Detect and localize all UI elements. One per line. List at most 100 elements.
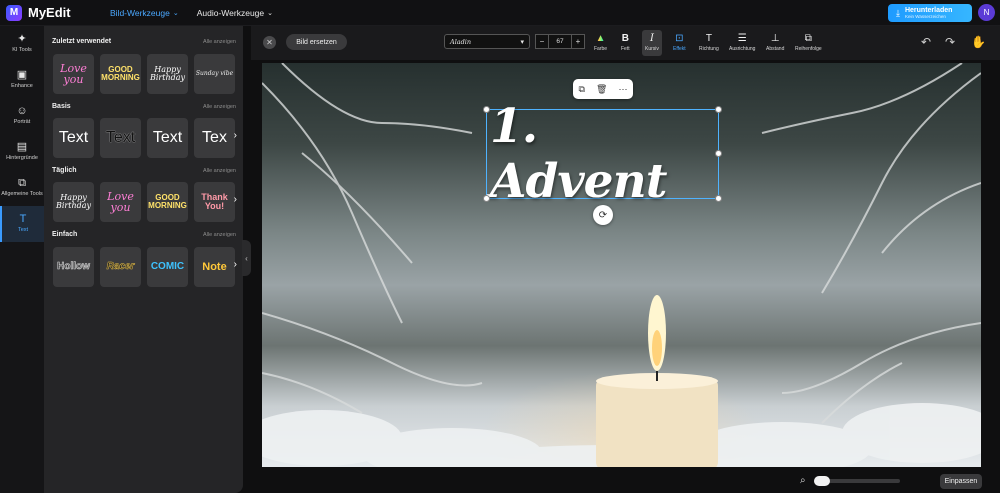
tool-italic[interactable]: I Kursiv xyxy=(642,30,662,56)
resize-handle[interactable] xyxy=(715,150,722,157)
download-icon: ⤓ xyxy=(896,7,900,18)
show-all-link[interactable]: Alle anzeigen xyxy=(203,168,236,174)
rail-item-enhance[interactable]: ▣ Enhance xyxy=(0,62,44,98)
text-style-tile[interactable]: Love you xyxy=(53,54,94,94)
chevron-down-icon: ⌄ xyxy=(267,10,274,17)
text-style-tile[interactable]: Tex xyxy=(194,118,235,158)
font-select-value: Aladin xyxy=(450,37,472,46)
chevron-right-icon[interactable]: › xyxy=(234,194,237,205)
increase-size-button[interactable]: + xyxy=(571,34,585,49)
text-style-tile[interactable]: Text xyxy=(53,118,94,158)
fit-button[interactable]: Einpassen xyxy=(940,474,982,489)
effect-icon: ⊡ xyxy=(675,33,684,44)
replace-image-button[interactable]: Bild ersetzen xyxy=(286,34,347,50)
tile-row: Happy Birthday Love you GOOD MORNING Tha… xyxy=(53,182,235,222)
zoom-slider-knob[interactable] xyxy=(813,475,830,486)
text-style-tile[interactable]: Racer xyxy=(100,247,141,287)
nav-audio-tools[interactable]: Audio-Werkzeuge ⌄ xyxy=(197,8,273,18)
zoom-slider[interactable] xyxy=(813,475,900,486)
rail-label: Hintergründe xyxy=(6,154,38,161)
tool-color[interactable]: ▲ Farbe xyxy=(591,30,610,56)
image-canvas[interactable]: ⧉ 🗑 ⋯ 1. Advent ⟳ xyxy=(262,63,981,467)
text-style-tile[interactable]: Thank You! xyxy=(194,182,235,222)
section-title: Basis xyxy=(52,103,71,110)
show-all-link[interactable]: Alle anzeigen xyxy=(203,104,236,110)
tile-row: Love you GOOD MORNING Happy Birthday Sun… xyxy=(53,54,235,94)
tool-label: Ausrichtung xyxy=(729,46,756,52)
chevron-right-icon[interactable]: › xyxy=(234,259,237,270)
text-style-tile[interactable]: Hollow xyxy=(53,247,94,287)
tool-spacing[interactable]: ⊥ Abstand xyxy=(763,30,787,56)
tool-alignment[interactable]: ☰ Ausrichtung xyxy=(726,30,758,56)
hand-pan-icon[interactable]: ✋ xyxy=(971,35,986,49)
resize-handle[interactable] xyxy=(483,106,490,113)
download-sublabel: Kein Wasserzeichen xyxy=(904,13,946,19)
rotate-icon[interactable]: ⟳ xyxy=(593,205,613,225)
zoom-search-icon: ⌕ xyxy=(800,475,806,486)
duplicate-icon[interactable]: ⧉ xyxy=(579,84,585,95)
rail-item-text[interactable]: T Text xyxy=(0,206,44,242)
text-style-tile[interactable]: GOOD MORNING xyxy=(147,182,188,222)
user-avatar[interactable]: N xyxy=(978,4,995,21)
section-title: Zuletzt verwendet xyxy=(52,38,112,45)
section-header: Basis Alle anzeigen xyxy=(52,103,236,110)
app-name: MyEdit xyxy=(28,5,71,20)
redo-icon[interactable]: ↷ xyxy=(945,35,955,49)
canvas-text-layer[interactable]: 1. Advent xyxy=(490,99,720,209)
text-style-tile[interactable]: Happy Birthday xyxy=(53,182,94,222)
chevron-left-icon: ‹ xyxy=(245,253,248,263)
rail-label: Allgemeine Tools xyxy=(1,190,43,197)
nav-image-tools[interactable]: Bild-Werkzeuge ⌄ xyxy=(110,8,179,18)
rail-item-backgrounds[interactable]: ▤ Hintergründe xyxy=(0,134,44,170)
tool-label: Kursiv xyxy=(645,46,659,52)
download-button[interactable]: ⤓ Herunterladen Kein Wasserzeichen xyxy=(888,4,972,22)
section-header: Täglich Alle anzeigen xyxy=(52,167,236,174)
tile-row: Hollow Racer COMIC Note xyxy=(53,247,235,287)
text-style-tile[interactable]: GOOD MORNING xyxy=(100,54,141,94)
text-style-tile[interactable]: Love you xyxy=(100,182,141,222)
text-style-tile[interactable]: Text xyxy=(100,118,141,158)
tool-label: Farbe xyxy=(594,46,608,52)
chevron-right-icon[interactable]: › xyxy=(234,130,237,141)
tool-label: Fett xyxy=(621,46,630,52)
text-style-tile[interactable]: Note xyxy=(194,247,235,287)
text-style-tile[interactable]: Happy Birthday xyxy=(147,54,188,94)
section-title: Täglich xyxy=(52,167,77,174)
trash-icon[interactable]: 🗑 xyxy=(596,84,607,95)
app-logo[interactable]: M MyEdit xyxy=(6,4,71,21)
show-all-link[interactable]: Alle anzeigen xyxy=(203,39,236,45)
text-style-tile[interactable]: Text xyxy=(147,118,188,158)
tool-order[interactable]: ⧉ Reihenfolge xyxy=(792,30,825,56)
italic-icon: I xyxy=(649,33,654,44)
more-icon[interactable]: ⋯ xyxy=(618,84,627,95)
top-bar: M MyEdit Bild-Werkzeuge ⌄ Audio-Werkzeug… xyxy=(0,0,1000,26)
rail-item-portrait[interactable]: ☺ Porträt xyxy=(0,98,44,134)
collapse-panel-button[interactable]: ‹ xyxy=(242,240,251,276)
text-style-tile[interactable]: COMIC xyxy=(147,247,188,287)
tool-bold[interactable]: B Fett xyxy=(618,30,633,56)
font-size-value[interactable]: 67 xyxy=(549,34,571,49)
magic-wand-icon: ✦ xyxy=(17,33,27,46)
tool-direction[interactable]: T Richtung xyxy=(696,30,722,56)
font-select[interactable]: Aladin ▾ xyxy=(444,34,530,49)
download-label: Herunterladen xyxy=(904,6,953,14)
rail-item-general-tools[interactable]: ⧉ Allgemeine Tools xyxy=(0,170,44,206)
rail-item-ai-tools[interactable]: ✦ KI Tools xyxy=(0,26,44,62)
resize-handle[interactable] xyxy=(715,195,722,202)
close-icon[interactable]: ✕ xyxy=(263,36,276,49)
show-all-link[interactable]: Alle anzeigen xyxy=(203,232,236,238)
background-icon: ▤ xyxy=(16,141,28,154)
nav-image-tools-label: Bild-Werkzeuge xyxy=(110,8,170,18)
color-icon: ▲ xyxy=(595,33,606,44)
layer-order-icon: ⧉ xyxy=(804,33,812,44)
resize-handle[interactable] xyxy=(715,106,722,113)
tile-row: Text Text Text Tex xyxy=(53,118,235,158)
tool-effect[interactable]: ⊡ Effekt xyxy=(670,30,689,56)
text-icon: T xyxy=(19,213,27,226)
resize-handle[interactable] xyxy=(483,195,490,202)
text-panel: Zuletzt verwendet Alle anzeigen Love you… xyxy=(44,26,243,493)
section-title: Einfach xyxy=(52,231,78,238)
undo-icon[interactable]: ↶ xyxy=(921,35,931,49)
text-style-tile[interactable]: Sunday vibe xyxy=(194,54,235,94)
decrease-size-button[interactable]: − xyxy=(535,34,549,49)
